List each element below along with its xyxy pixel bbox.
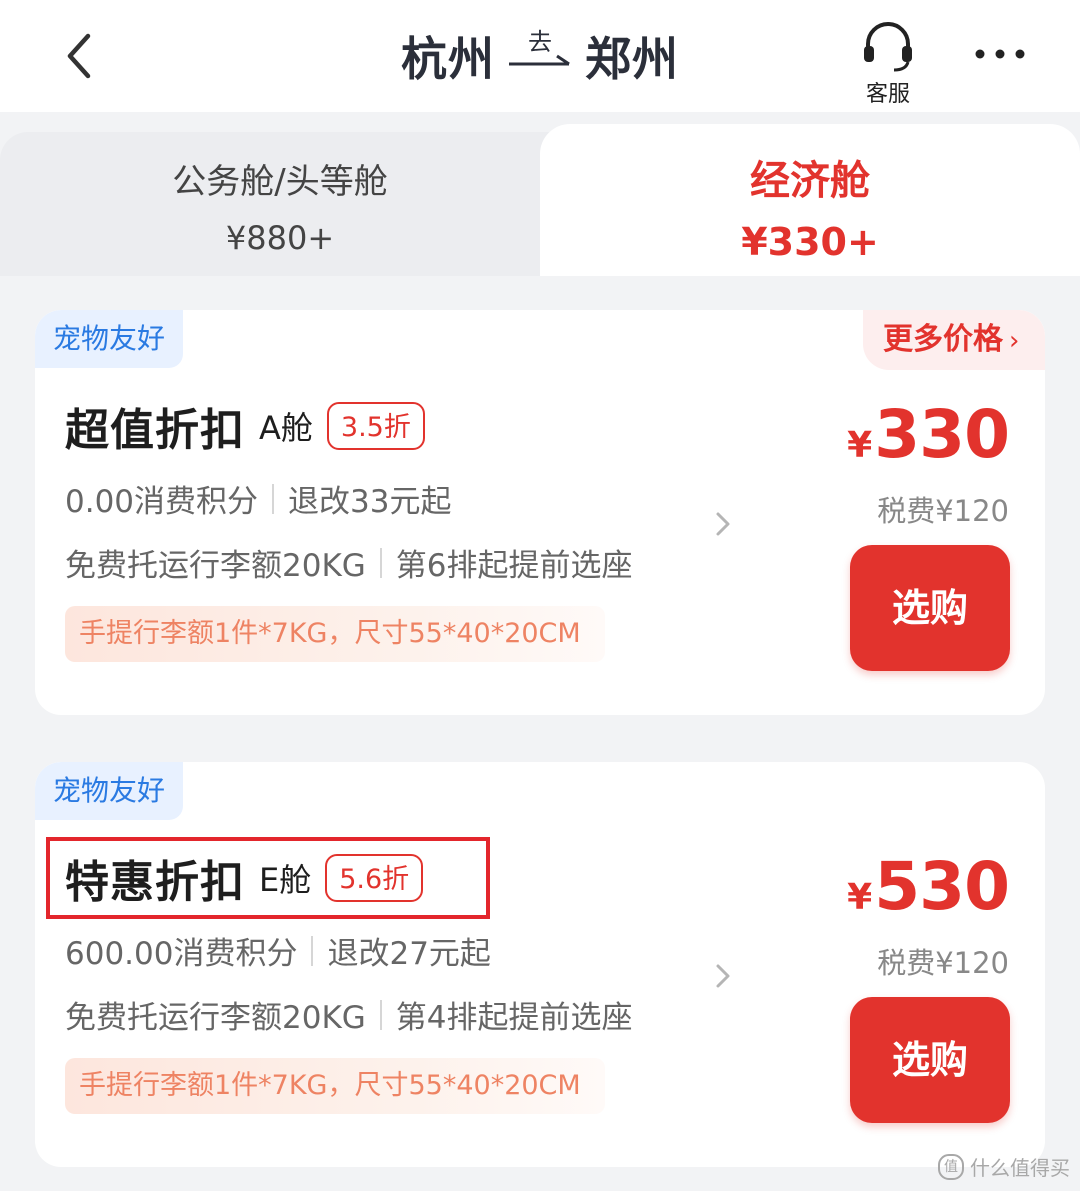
tax-text: 税费¥120 bbox=[877, 494, 1009, 528]
watermark-text: 什么值得买 bbox=[970, 1156, 1070, 1180]
divider bbox=[311, 935, 314, 966]
price-amount: 530 bbox=[874, 848, 1010, 925]
fare-title-row: 超值折扣 A舱 3.5折 bbox=[65, 396, 425, 456]
divider bbox=[379, 999, 382, 1030]
seat-selection-text: 第4排起提前选座 bbox=[395, 1000, 633, 1036]
divider bbox=[379, 547, 382, 578]
seat-selection-text: 第6排起提前选座 bbox=[395, 548, 633, 584]
fare-price: ¥ 530 bbox=[847, 848, 1010, 925]
currency-symbol: ¥ bbox=[847, 877, 873, 918]
cabin-class: A舱 bbox=[259, 409, 313, 447]
buy-button[interactable]: 选购 bbox=[850, 545, 1010, 671]
discount-badge: 3.5折 bbox=[326, 402, 425, 450]
annotation-highlight-box bbox=[46, 837, 490, 919]
tab-label: 公务舱/头等舱 bbox=[172, 162, 388, 202]
tax-text: 税费¥120 bbox=[877, 946, 1009, 980]
headset-icon bbox=[864, 22, 912, 72]
carry-on-tag: 手提行李额1件*7KG，尺寸55*40*20CM bbox=[65, 606, 605, 662]
fare-name: 超值折扣 bbox=[65, 405, 245, 456]
chevron-right-icon[interactable] bbox=[713, 510, 733, 538]
fare-card[interactable]: 宠物友好 特惠折扣 E舱 5.6折 600.00消费积分 退改27元起 免费托运… bbox=[35, 762, 1045, 1167]
chevron-right-icon[interactable] bbox=[713, 962, 733, 990]
tab-price: ¥330+ bbox=[741, 220, 879, 264]
fare-price: ¥ 330 bbox=[847, 396, 1010, 473]
pet-friendly-badge: 宠物友好 bbox=[35, 310, 183, 368]
refund-text: 退改27元起 bbox=[327, 936, 491, 972]
baggage-text: 免费托运行李额20KG bbox=[65, 1000, 366, 1036]
chevron-right-icon: › bbox=[1009, 326, 1020, 356]
tab-price: ¥880+ bbox=[225, 219, 335, 257]
fare-info-line: 免费托运行李额20KG 第6排起提前选座 bbox=[65, 540, 633, 585]
price-amount: 330 bbox=[874, 396, 1010, 473]
more-prices-button[interactable]: 更多价格 › bbox=[863, 310, 1045, 370]
baggage-text: 免费托运行李额20KG bbox=[65, 548, 366, 584]
top-bar: 杭州 去 郑州 客服 bbox=[0, 0, 1080, 112]
tab-business-first[interactable]: 公务舱/头等舱 ¥880+ bbox=[0, 132, 560, 282]
carry-on-tag: 手提行李额1件*7KG，尺寸55*40*20CM bbox=[65, 1058, 605, 1114]
fare-card[interactable]: 宠物友好 更多价格 › 超值折扣 A舱 3.5折 0.00消费积分 退改33元起 … bbox=[35, 310, 1045, 715]
more-dots-icon[interactable] bbox=[970, 42, 1030, 66]
refund-text: 退改33元起 bbox=[288, 484, 452, 520]
watermark: 值 什么值得买 bbox=[938, 1152, 1070, 1181]
currency-symbol: ¥ bbox=[847, 425, 873, 466]
customer-service-button[interactable]: 客服 bbox=[848, 16, 928, 108]
buy-button[interactable]: 选购 bbox=[850, 997, 1010, 1123]
divider bbox=[272, 483, 275, 514]
arrow-right-icon bbox=[509, 54, 570, 66]
points-text: 0.00消费积分 bbox=[65, 484, 259, 520]
fare-info-line: 0.00消费积分 退改33元起 bbox=[65, 476, 451, 521]
destination-city: 郑州 bbox=[585, 32, 679, 86]
tab-economy[interactable]: 经济舱 ¥330+ bbox=[540, 124, 1080, 284]
pet-friendly-badge: 宠物友好 bbox=[35, 762, 183, 820]
points-text: 600.00消费积分 bbox=[65, 936, 298, 972]
tab-label: 经济舱 bbox=[750, 158, 870, 204]
route-direction: 去 bbox=[505, 24, 575, 88]
origin-city: 杭州 bbox=[401, 32, 495, 86]
more-prices-label: 更多价格 bbox=[883, 322, 1003, 357]
watermark-logo-icon: 值 bbox=[938, 1153, 964, 1180]
fare-info-line: 免费托运行李额20KG 第4排起提前选座 bbox=[65, 992, 633, 1037]
service-label: 客服 bbox=[865, 82, 910, 107]
fare-info-line: 600.00消费积分 退改27元起 bbox=[65, 928, 491, 973]
